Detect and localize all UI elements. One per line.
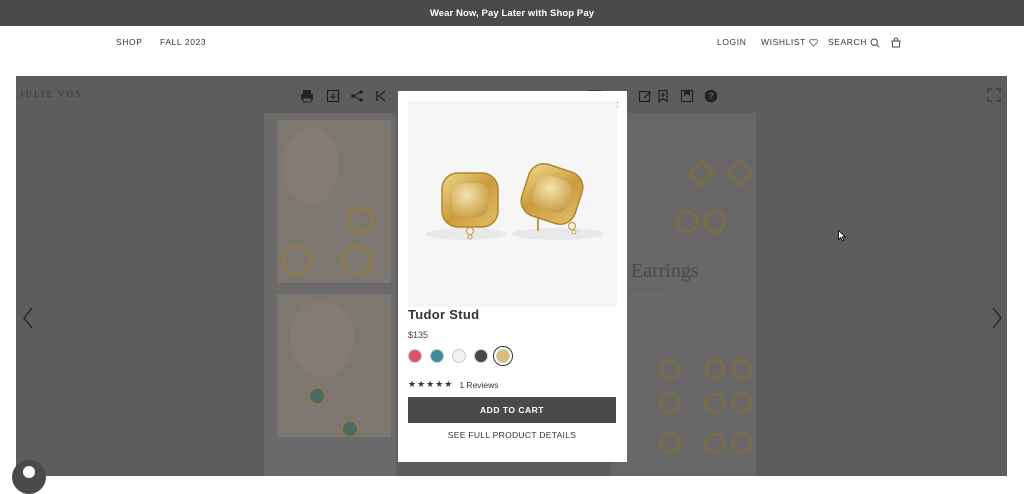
help-icon[interactable]: ? [704,89,718,103]
add-to-cart-button[interactable]: ADD TO CART [408,397,616,423]
color-swatches [408,346,513,366]
earrings-illustrations [659,158,755,454]
search-icon [870,38,880,48]
bookmark-add-icon[interactable] [656,89,670,103]
next-page-arrow[interactable] [991,306,1003,330]
product-quick-view: × Tudor Stud $135 [398,91,627,462]
swatch-white[interactable] [452,349,466,363]
nav-shop[interactable]: SHOP [116,37,143,47]
full-details-link[interactable]: SEE FULL PRODUCT DETAILS [408,430,616,440]
print-icon[interactable] [300,89,314,103]
bookmark-icon[interactable] [680,89,694,103]
download-icon[interactable] [326,89,340,103]
main-nav: SHOP FALL 2023 LOGIN WISHLIST SEARCH [0,26,1024,76]
heart-icon [809,39,818,47]
star-rating-icon: ★★★★★ [408,379,454,389]
swatch-charcoal[interactable] [474,349,488,363]
search-link[interactable]: SEARCH [828,37,880,48]
share-icon[interactable] [350,89,364,103]
promo-text[interactable]: Wear Now, Pay Later with Shop Pay [430,8,594,19]
prev-page-arrow[interactable] [22,306,34,330]
nav-fall-2023[interactable]: FALL 2023 [160,37,206,47]
review-count[interactable]: 1 Reviews [459,380,498,390]
wishlist-link[interactable]: WISHLIST [761,37,818,47]
mouse-cursor-icon [838,230,846,242]
search-label: SEARCH [828,37,868,47]
wishlist-label: WISHLIST [761,37,806,47]
swatch-pink[interactable] [408,349,422,363]
edit-icon[interactable] [638,89,652,103]
first-page-icon[interactable] [374,89,388,103]
model-photo-top [277,120,391,283]
fullscreen-icon[interactable] [987,88,1001,102]
catalog-subheading: --- --- ---- --- [630,287,661,293]
swatch-teal[interactable] [430,349,444,363]
swatch-gold[interactable] [493,346,513,366]
catalog-page-right [611,113,756,476]
bag-icon[interactable] [891,37,901,48]
brand-logo: JULIE VOS [20,89,83,99]
svg-text:?: ? [708,91,714,101]
product-image [408,101,617,307]
promo-bar[interactable]: Wear Now, Pay Later with Shop Pay [0,0,1024,26]
catalog-heading: n Earrings [616,260,699,282]
catalog-page-left [264,113,396,476]
model-photo-bottom [277,294,391,438]
chat-widget-button[interactable] [12,460,46,494]
product-name[interactable]: Tudor Stud [408,307,479,322]
login-link[interactable]: LOGIN [717,37,746,47]
product-rating[interactable]: ★★★★★ 1 Reviews [408,379,499,390]
product-price: $135 [408,330,429,340]
